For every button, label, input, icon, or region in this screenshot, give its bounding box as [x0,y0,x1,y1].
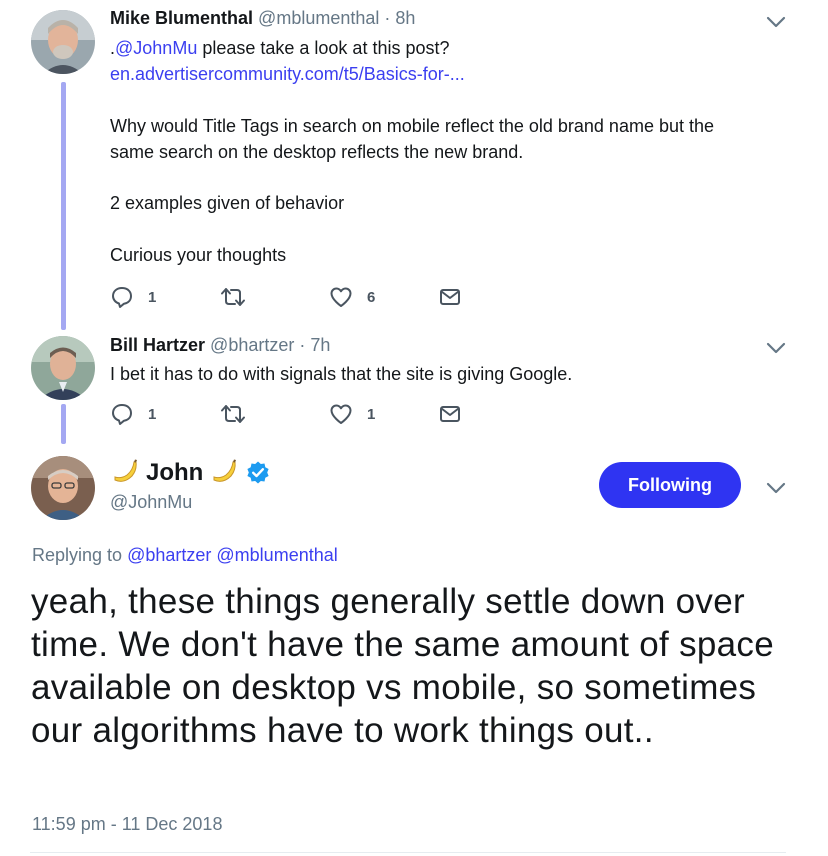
separator: · [299,335,306,355]
retweet-button[interactable] [220,285,260,309]
separator: · [384,8,391,28]
divider [30,852,786,853]
author-name[interactable]: Mike Blumenthal [110,8,253,28]
tweet-text-line: .@JohnMu please take a look at this post… [110,35,450,61]
replying-mention[interactable]: @bhartzer [127,545,211,565]
tweet-time[interactable]: 8h [395,8,415,28]
like-count: 6 [367,288,376,306]
url-link[interactable]: en.advertisercommunity.com/t5/Basics-for… [110,64,465,84]
like-count: 1 [367,405,376,423]
avatar[interactable] [31,10,95,74]
thread-line [61,82,66,330]
message-button[interactable] [438,402,462,426]
tweet-timestamp[interactable]: 11:59 pm - 11 Dec 2018 [32,814,222,835]
replying-mention[interactable]: @mblumenthal [216,545,337,565]
text-segment: please take a look at this post? [197,38,450,58]
author-handle[interactable]: @mblumenthal [258,8,379,28]
banana-icon [213,459,237,482]
tweet-header: Bill Hartzer @bhartzer · 7h [110,335,330,356]
replying-prefix: Replying to [32,545,123,565]
message-button[interactable] [438,285,462,309]
tweet-text: I bet it has to do with signals that the… [110,364,573,384]
mention-link[interactable]: @JohnMu [115,38,197,58]
main-author-name-text: John [146,459,204,486]
reply-icon [112,404,132,425]
tweet-header: Mike Blumenthal @mblumenthal · 8h [110,8,415,29]
reply-icon [112,287,132,308]
reply-count: 1 [148,288,157,306]
tweet-text-line: en.advertisercommunity.com/t5/Basics-for… [110,61,465,87]
following-button[interactable]: Following [599,462,741,508]
tweet-actions: 1 1 [110,402,470,426]
author-handle[interactable]: @bhartzer [210,335,294,355]
envelope-icon [440,406,460,422]
main-author-handle[interactable]: @JohnMu [110,492,192,513]
like-button[interactable]: 1 [329,402,375,426]
chevron-down-icon[interactable] [764,338,788,358]
banana-icon [114,459,137,482]
heart-icon [330,404,352,424]
tweet-paragraph: 2 examples given of behavior [110,193,345,213]
tweet-time[interactable]: 7h [310,335,330,355]
tweet-paragraph: same search on the desktop reflects the … [110,142,524,162]
like-button[interactable]: 6 [329,285,375,309]
retweet-button[interactable] [220,402,260,426]
tweet-paragraph: Curious your thoughts [110,245,287,265]
replying-to: Replying to @bhartzer @mblumenthal [32,545,338,566]
avatar[interactable] [31,336,95,400]
avatar[interactable] [31,456,95,520]
heart-icon [330,287,352,307]
main-tweet-text: yeah, these things generally settle down… [31,582,774,750]
author-name[interactable]: Bill Hartzer [110,335,205,355]
chevron-down-icon[interactable] [764,12,788,32]
retweet-icon [221,405,245,423]
reply-button[interactable]: 1 [110,402,156,426]
envelope-icon [440,289,460,305]
chevron-down-icon[interactable] [764,478,788,498]
retweet-icon [221,288,245,306]
verified-badge-icon [247,461,269,484]
reply-count: 1 [148,405,157,423]
reply-button[interactable]: 1 [110,285,156,309]
tweet-paragraph: Why would Title Tags in search on mobile… [110,116,715,136]
main-author-name[interactable]: John [110,456,271,490]
tweet-actions: 1 6 [110,285,470,309]
thread-line [61,404,66,444]
